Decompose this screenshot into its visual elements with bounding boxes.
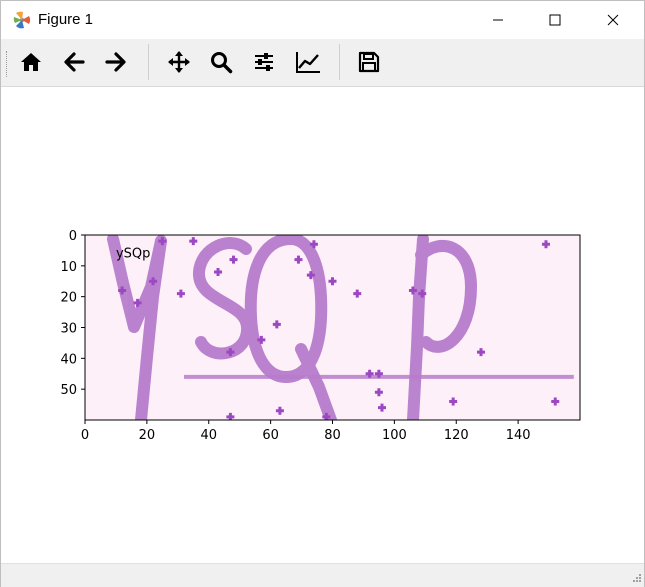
x-tick-label: 60 (262, 428, 279, 443)
minimize-button[interactable] (475, 1, 521, 39)
save-button[interactable] (352, 45, 386, 79)
x-tick-label: 80 (324, 428, 341, 443)
configure-subplots-button[interactable] (247, 45, 281, 79)
figure-window: Figure 1 0 20 40 60 80 100 120 140 0 10 … (0, 0, 645, 587)
y-tick-label: 0 (69, 229, 77, 244)
arrow-left-icon (64, 52, 85, 72)
zoom-button[interactable] (204, 45, 238, 79)
figure-canvas[interactable]: 0 20 40 60 80 100 120 140 0 10 20 30 40 50 ySQp (1, 87, 644, 563)
x-tick-label: 20 (139, 428, 156, 443)
pan-button[interactable] (162, 45, 196, 79)
sliders-icon (255, 53, 273, 71)
close-icon (607, 14, 619, 26)
toolbar-separator (339, 44, 340, 80)
title-bar: Figure 1 (1, 1, 644, 39)
maximize-icon (549, 14, 561, 26)
line-chart-icon (296, 52, 320, 73)
arrow-right-icon (105, 52, 126, 72)
maximize-button[interactable] (532, 1, 578, 39)
x-tick-label: 0 (81, 428, 89, 443)
x-axis: 0 20 40 60 80 100 120 140 (81, 420, 531, 443)
zoom-icon (211, 52, 233, 74)
home-button[interactable] (14, 45, 48, 79)
x-tick-label: 100 (382, 428, 407, 443)
y-tick-label: 20 (60, 291, 77, 306)
edit-axis-button[interactable] (291, 45, 325, 79)
home-icon (21, 53, 41, 71)
x-tick-label: 140 (506, 428, 531, 443)
navigation-toolbar (1, 39, 644, 87)
window-title: Figure 1 (38, 11, 94, 28)
y-tick-label: 30 (60, 322, 77, 337)
y-tick-label: 10 (60, 260, 77, 275)
toolbar-grip (6, 51, 9, 77)
x-tick-label: 40 (200, 428, 217, 443)
move-icon (168, 51, 190, 73)
floppy-disk-icon (358, 51, 380, 73)
y-axis: 0 10 20 30 40 50 (60, 229, 85, 398)
back-button[interactable] (57, 45, 91, 79)
y-tick-label: 40 (60, 352, 77, 367)
minimize-icon (493, 19, 503, 21)
matplotlib-logo-icon (13, 11, 31, 29)
forward-button[interactable] (99, 45, 133, 79)
resize-grip-icon[interactable] (630, 573, 642, 585)
toolbar-separator (148, 44, 149, 80)
close-button[interactable] (590, 1, 636, 39)
x-tick-label: 120 (444, 428, 469, 443)
plot-annotation: ySQp (116, 247, 150, 262)
image-plot: 0 20 40 60 80 100 120 140 0 10 20 30 40 50 ySQp (60, 229, 581, 443)
status-bar (1, 563, 644, 587)
y-tick-label: 50 (60, 383, 77, 398)
